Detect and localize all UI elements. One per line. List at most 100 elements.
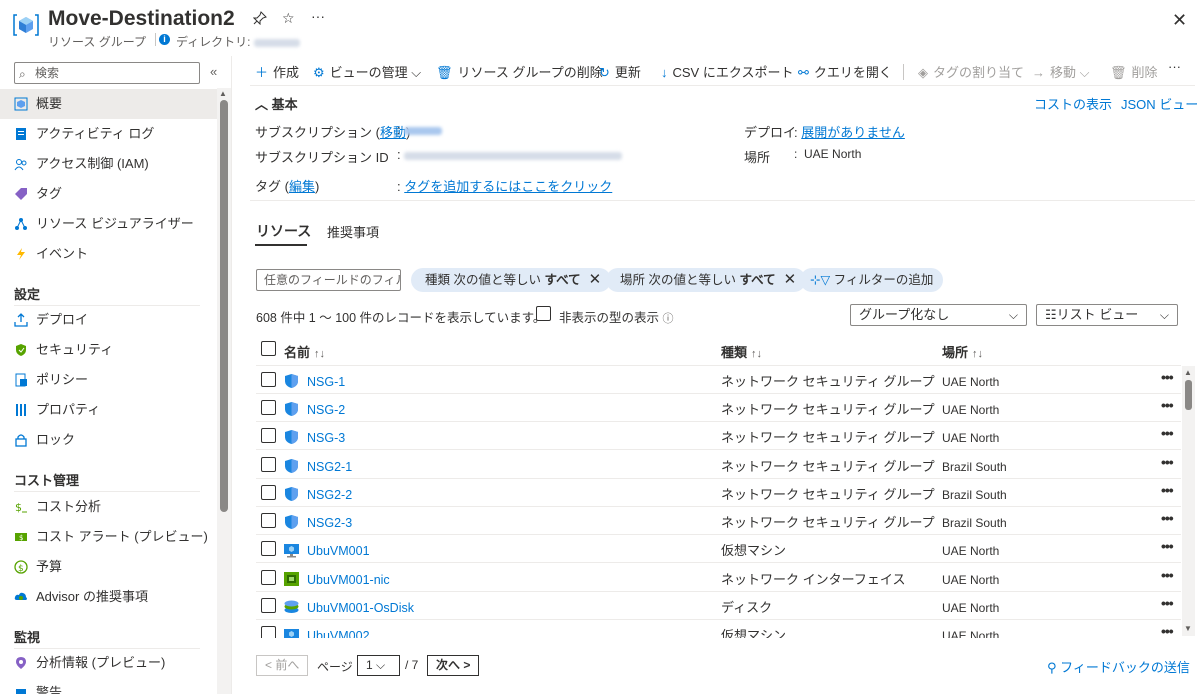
create-button[interactable]: ＋作成 (255, 62, 299, 81)
tab-resources[interactable]: リソース (256, 221, 311, 241)
row-more-button[interactable]: ••• (1161, 369, 1174, 385)
resource-name-link[interactable]: NSG-1 (307, 375, 345, 389)
sidebar-item-properties[interactable]: プロパティ (0, 395, 217, 425)
table-row[interactable]: UbuVM002 仮想マシン UAE North ••• (256, 620, 1181, 638)
row-more-button[interactable]: ••• (1161, 567, 1174, 583)
sidebar-item-overview[interactable]: 概要 (0, 89, 217, 119)
resource-name-link[interactable]: UbuVM002 (307, 629, 370, 638)
table-scrollbar[interactable]: ▲ ▼ (1182, 366, 1195, 636)
resource-name-link[interactable]: NSG-2 (307, 403, 345, 417)
row-checkbox[interactable] (261, 485, 276, 500)
row-checkbox[interactable] (261, 570, 276, 585)
tags-edit-link[interactable]: 編集 (289, 179, 315, 194)
remove-filter-icon[interactable]: ✕ (589, 271, 602, 288)
scrollbar-thumb[interactable] (220, 100, 228, 512)
move-button[interactable]: → 移動 ⌵ (1032, 62, 1090, 81)
table-row[interactable]: NSG2-1 ネットワーク セキュリティ グループ Brazil South •… (256, 451, 1181, 479)
row-checkbox[interactable] (261, 513, 276, 528)
sidebar-item-activity-log[interactable]: アクティビティ ログ (0, 119, 217, 149)
resource-name-link[interactable]: UbuVM001 (307, 544, 370, 558)
table-row[interactable]: UbuVM001 仮想マシン UAE North ••• (256, 535, 1181, 563)
sidebar-scrollbar[interactable]: ▲ (217, 88, 231, 694)
sidebar-item-tags[interactable]: タグ (0, 179, 217, 209)
page-select[interactable]: 1 ⌵ (357, 655, 400, 676)
row-more-button[interactable]: ••• (1161, 425, 1174, 441)
add-filter-button[interactable]: ⊹▽ フィルターの追加 (800, 268, 944, 292)
collapse-sidebar-button[interactable]: « (210, 64, 217, 79)
star-icon[interactable]: ☆ (282, 10, 295, 27)
export-csv-button[interactable]: ↓ CSV にエクスポート (661, 62, 793, 81)
sidebar-item-events[interactable]: イベント (0, 239, 217, 269)
resource-name-link[interactable]: UbuVM001-OsDisk (307, 601, 414, 615)
assign-tags-button[interactable]: ◈ タグの割り当て (918, 62, 1024, 81)
next-page-button[interactable]: 次へ > (427, 655, 480, 676)
row-more-button[interactable]: ••• (1161, 595, 1174, 611)
column-header-type[interactable]: 種類 ↑↓ (721, 342, 762, 361)
manage-view-button[interactable]: ⚙ ビューの管理 ⌵ (313, 62, 421, 81)
location-filter-pill[interactable]: 場所 次の値と等しい すべて ✕ (606, 268, 807, 292)
cost-view-link[interactable]: コストの表示 (1034, 94, 1112, 113)
row-more-button[interactable]: ••• (1161, 623, 1174, 638)
row-more-button[interactable]: ••• (1161, 538, 1174, 554)
scrollbar-thumb[interactable] (1185, 380, 1192, 410)
row-checkbox[interactable] (261, 598, 276, 613)
column-header-location[interactable]: 場所 ↑↓ (942, 342, 983, 361)
row-checkbox[interactable] (261, 428, 276, 443)
sidebar-search-input[interactable]: ⌕ 検索 (14, 62, 200, 84)
table-row[interactable]: NSG2-3 ネットワーク セキュリティ グループ Brazil South •… (256, 507, 1181, 535)
delete-button[interactable]: 🗑 削除 (1110, 62, 1158, 81)
resource-name-link[interactable]: NSG2-3 (307, 516, 352, 530)
row-checkbox[interactable] (261, 372, 276, 387)
select-all-checkbox[interactable] (261, 341, 276, 356)
deployments-link[interactable]: 展開がありません (801, 125, 905, 140)
row-more-button[interactable]: ••• (1161, 510, 1174, 526)
table-row[interactable]: UbuVM001-nic ネットワーク インターフェイス UAE North •… (256, 564, 1181, 592)
table-row[interactable]: NSG-1 ネットワーク セキュリティ グループ UAE North ••• (256, 366, 1181, 394)
row-checkbox[interactable] (261, 541, 276, 556)
refresh-button[interactable]: ↻ 更新 (599, 62, 641, 81)
sidebar-item-budgets[interactable]: $ 予算 (0, 552, 217, 582)
sidebar-item-deploy[interactable]: デプロイ (0, 305, 217, 335)
row-more-button[interactable]: ••• (1161, 482, 1174, 498)
row-more-button[interactable]: ••• (1161, 454, 1174, 470)
sidebar-item-lock[interactable]: ロック (0, 425, 217, 455)
scroll-down-icon[interactable]: ▼ (1184, 624, 1192, 633)
show-hidden-checkbox[interactable] (536, 306, 551, 321)
delete-resource-group-button[interactable]: 🗑 リソース グループの削除 (436, 62, 603, 81)
sidebar-item-security[interactable]: セキュリティ (0, 335, 217, 365)
filter-input[interactable]: 任意のフィールドのフィルター... (256, 269, 401, 291)
table-row[interactable]: UbuVM001-OsDisk ディスク UAE North ••• (256, 592, 1181, 620)
json-view-link[interactable]: JSON ビュー (1121, 94, 1198, 113)
resource-name-link[interactable]: NSG-3 (307, 431, 345, 445)
sidebar-item-alerts[interactable]: 警告 (0, 678, 217, 694)
column-header-name[interactable]: 名前 ↑↓ (284, 342, 325, 361)
toolbar-more-button[interactable]: ··· (1168, 59, 1181, 74)
sidebar-item-advisor[interactable]: Advisor の推奨事項 (0, 582, 217, 612)
close-button[interactable]: ✕ (1172, 10, 1187, 31)
type-filter-pill[interactable]: 種類 次の値と等しい すべて ✕ (411, 268, 612, 292)
sidebar-item-visualizer[interactable]: リソース ビジュアライザー (0, 209, 217, 239)
row-checkbox[interactable] (261, 400, 276, 415)
sidebar-item-iam[interactable]: アクセス制御 (IAM) (0, 149, 217, 179)
essentials-toggle[interactable]: ︿ 基本 (255, 94, 298, 113)
open-query-button[interactable]: ⚯ クエリを開く (798, 62, 892, 81)
pin-icon[interactable] (252, 11, 267, 28)
tab-recommendations[interactable]: 推奨事項 (327, 222, 379, 241)
sidebar-item-cost-analysis[interactable]: $ コスト分析 (0, 492, 217, 522)
row-more-button[interactable]: ••• (1161, 397, 1174, 413)
add-tags-link[interactable]: タグを追加するにはここをクリック (404, 179, 612, 194)
sidebar-item-insights[interactable]: 分析情報 (プレビュー) (0, 648, 217, 678)
sidebar-item-cost-alerts[interactable]: $ コスト アラート (プレビュー) (0, 522, 217, 552)
sidebar-item-policy[interactable]: ポリシー (0, 365, 217, 395)
view-dropdown[interactable]: ☷リスト ビュー ⌵ (1036, 304, 1178, 326)
table-row[interactable]: NSG-2 ネットワーク セキュリティ グループ UAE North ••• (256, 394, 1181, 422)
table-row[interactable]: NSG2-2 ネットワーク セキュリティ グループ Brazil South •… (256, 479, 1181, 507)
row-checkbox[interactable] (261, 626, 276, 638)
resource-name-link[interactable]: NSG2-2 (307, 488, 352, 502)
remove-filter-icon[interactable]: ✕ (784, 271, 797, 288)
previous-page-button[interactable]: < 前へ (256, 655, 309, 676)
resource-name-link[interactable]: NSG2-1 (307, 460, 352, 474)
scroll-up-icon[interactable]: ▲ (1184, 368, 1192, 377)
scroll-up-icon[interactable]: ▲ (219, 89, 227, 98)
table-row[interactable]: NSG-3 ネットワーク セキュリティ グループ UAE North ••• (256, 422, 1181, 450)
